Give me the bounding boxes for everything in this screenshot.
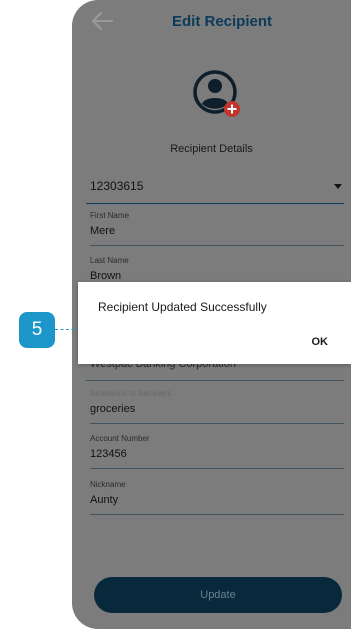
last-name-value: Brown [90, 270, 122, 282]
bank-name-underline [86, 380, 344, 381]
first-name-label: First Name [90, 211, 130, 220]
avatar[interactable] [192, 69, 244, 121]
first-name-value: Mere [90, 225, 116, 237]
first-name-field[interactable]: First Name Mere [90, 211, 344, 246]
chevron-down-icon [334, 184, 342, 189]
account-number-label: Account Number [90, 434, 150, 443]
app-header: Edit Recipient [72, 0, 351, 42]
page-title: Edit Recipient [172, 13, 273, 30]
recipient-select[interactable]: 12303615 [86, 173, 344, 204]
nickname-label: Nickname [90, 480, 126, 489]
reference-label: Reference to Recipient [90, 389, 172, 398]
section-title: Recipient Details [170, 143, 253, 155]
dialog-message: Recipient Updated Successfully [98, 300, 267, 314]
account-number-value: 123456 [90, 448, 127, 460]
success-dialog: Recipient Updated Successfully OK [78, 282, 351, 364]
ok-button[interactable]: OK [312, 336, 329, 348]
reference-value: groceries [90, 403, 136, 415]
screen: Edit Recipient Recipient Details 1230361… [0, 0, 351, 629]
nickname-value: Aunty [90, 494, 119, 506]
last-name-label: Last Name [90, 256, 129, 265]
step-badge: 5 [19, 312, 55, 348]
callout-connector [55, 329, 80, 330]
plus-icon [224, 101, 240, 117]
recipient-select-value: 12303615 [90, 179, 144, 193]
reference-field[interactable]: Reference to Recipient groceries [90, 389, 344, 424]
nickname-field[interactable]: Nickname Aunty [90, 480, 344, 515]
account-number-field[interactable]: Account Number 123456 [90, 434, 344, 469]
arrow-left-icon[interactable] [90, 11, 114, 31]
update-button[interactable]: Update [94, 577, 342, 613]
